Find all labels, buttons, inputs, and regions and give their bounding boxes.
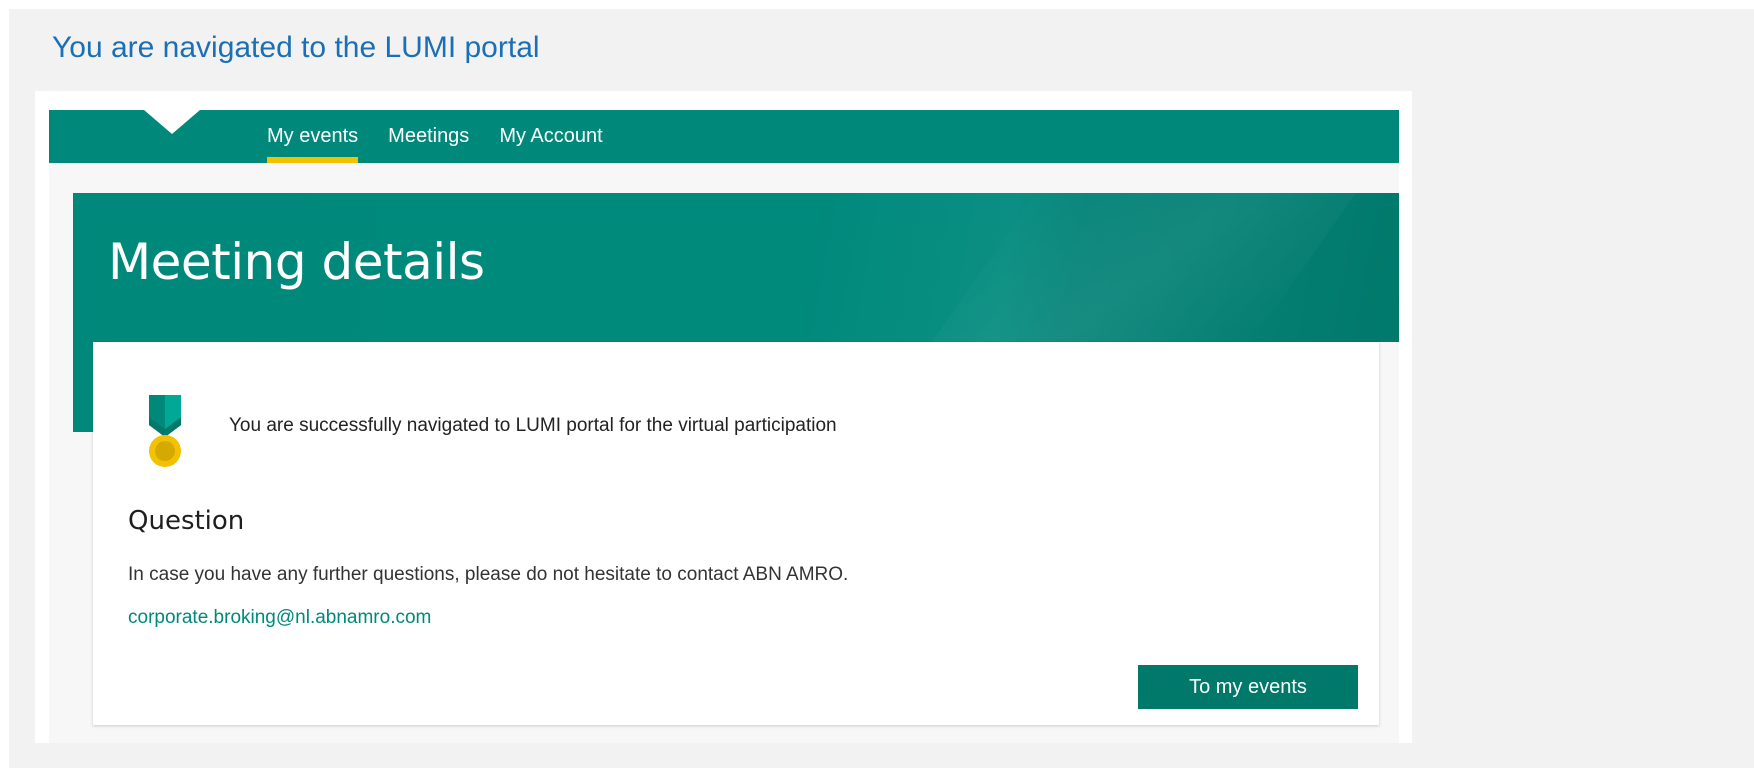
contact-email-link[interactable]: corporate.broking@nl.abnamro.com xyxy=(128,607,431,629)
to-my-events-button[interactable]: To my events xyxy=(1138,665,1358,709)
hero-stripe-decoration xyxy=(895,193,1371,342)
caption-text: You are navigated to the LUMI portal xyxy=(52,31,540,64)
meeting-details-card: You are successfully navigated to LUMI p… xyxy=(93,342,1379,725)
portal-screenshot-frame: My events Meetings My Account Meeting de… xyxy=(35,91,1412,743)
top-navigation-bar: My events Meetings My Account xyxy=(49,110,1399,163)
tab-meetings[interactable]: Meetings xyxy=(388,110,469,163)
page-title: Meeting details xyxy=(108,233,485,291)
hero-tail-decoration xyxy=(73,342,93,432)
tab-my-account[interactable]: My Account xyxy=(499,110,602,163)
hero-banner: Meeting details xyxy=(73,193,1399,342)
outer-panel: You are navigated to the LUMI portal My … xyxy=(9,9,1754,768)
question-text: In case you have any further questions, … xyxy=(128,564,849,585)
medal-icon xyxy=(149,395,181,467)
success-message: You are successfully navigated to LUMI p… xyxy=(229,415,837,436)
question-heading: Question xyxy=(128,506,245,536)
nav-tabs: My events Meetings My Account xyxy=(267,110,633,163)
nav-notch-decoration xyxy=(144,110,200,134)
tab-my-events[interactable]: My events xyxy=(267,110,359,163)
